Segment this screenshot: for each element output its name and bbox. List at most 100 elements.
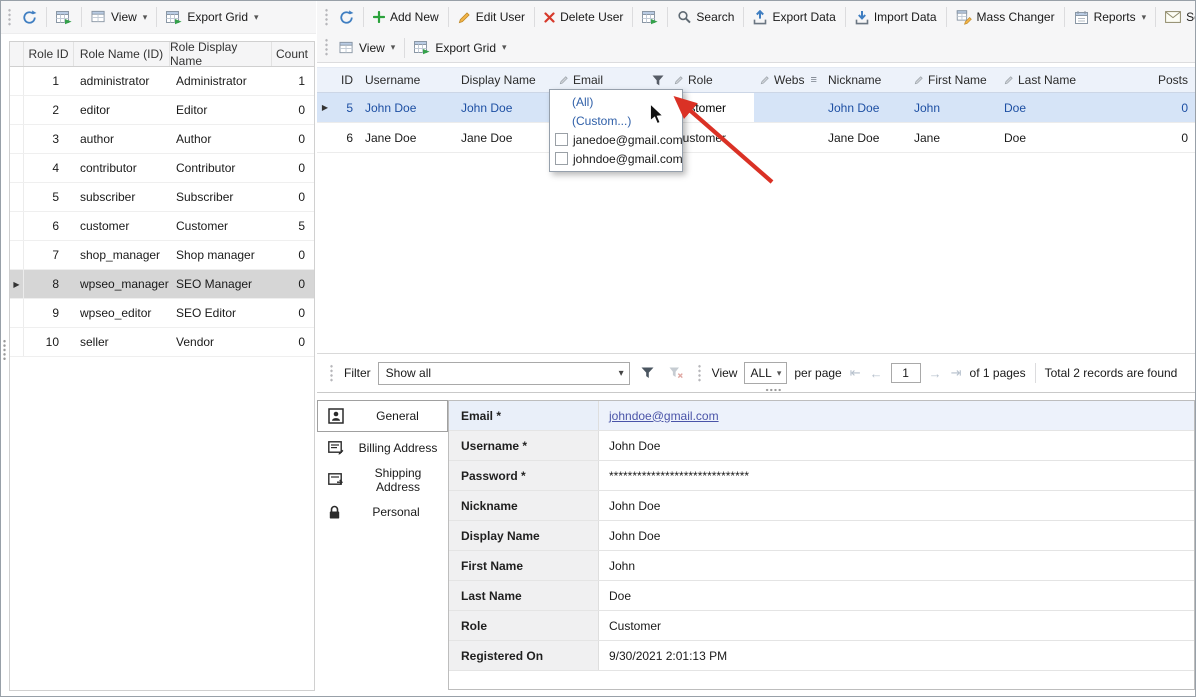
tab-shipping-address[interactable]: Shipping Address	[317, 464, 448, 496]
toolbar-separator	[448, 7, 449, 27]
tab-personal[interactable]: Personal	[317, 496, 448, 528]
role-row[interactable]: 9 wpseo_editor SEO Editor 0	[10, 299, 314, 328]
checkbox[interactable]	[555, 152, 568, 165]
roles-view-button[interactable]: View ▾	[85, 6, 153, 28]
filter-funnel-icon[interactable]	[652, 75, 664, 86]
cell-username: John Doe	[359, 93, 455, 122]
refresh-roles-button[interactable]	[16, 6, 43, 29]
refresh-users-button[interactable]	[333, 6, 360, 29]
column-header-role-name[interactable]: Role Name (ID)	[74, 42, 170, 66]
username-field[interactable]: John Doe	[599, 431, 1194, 460]
clear-filter-button[interactable]	[665, 364, 687, 382]
send-email-button[interactable]: Send E-Mail	[1159, 6, 1196, 28]
checkbox[interactable]	[555, 133, 568, 146]
grid-settings-button[interactable]	[636, 6, 664, 29]
mass-changer-button[interactable]: Mass Changer	[950, 6, 1061, 29]
tab-billing-address[interactable]: Billing Address	[317, 432, 448, 464]
email-link[interactable]: johndoe@gmail.com	[609, 409, 719, 423]
role-row[interactable]: 1 administrator Administrator 1	[10, 67, 314, 96]
field-label-role: Role	[449, 611, 599, 640]
last-page-button[interactable]: ⇥	[950, 365, 963, 381]
toolbar-separator	[1035, 363, 1036, 383]
role-row[interactable]: 7 shop_manager Shop manager 0	[10, 241, 314, 270]
toolbar-grip[interactable]	[7, 8, 12, 27]
billing-address-icon	[328, 441, 345, 455]
display-name-field[interactable]: John Doe	[599, 521, 1194, 550]
role-row[interactable]: 5 subscriber Subscriber 0	[10, 183, 314, 212]
toolbar-separator	[404, 38, 405, 58]
column-header-first-name[interactable]: First Name	[908, 68, 998, 92]
cell-first-name: Jane	[908, 123, 998, 152]
last-name-field[interactable]: Doe	[599, 581, 1194, 610]
column-header-posts[interactable]: Posts	[1088, 68, 1196, 92]
filter-option-email[interactable]: johndoe@gmail.com	[550, 149, 682, 168]
pencil-icon	[458, 11, 471, 24]
toolbar-grip[interactable]	[329, 364, 334, 383]
apply-filter-button[interactable]	[637, 364, 658, 382]
edit-user-button[interactable]: Edit User	[452, 6, 531, 28]
column-header-role-display-name[interactable]: Role Display Name	[170, 42, 272, 66]
page-number-input[interactable]	[891, 363, 921, 383]
role-row[interactable]: 6 customer Customer 5	[10, 212, 314, 241]
role-row[interactable]: 2 editor Editor 0	[10, 96, 314, 125]
column-header-website[interactable]: Webs ≡	[754, 68, 822, 92]
role-field[interactable]: Customer	[599, 611, 1194, 640]
cell-role-id: 8	[24, 277, 74, 291]
cell-role-name: wpseo_editor	[74, 306, 170, 320]
first-name-field[interactable]: John	[599, 551, 1194, 580]
user-row[interactable]: 6 Jane Doe Jane Doe Customer Jane Doe Ja…	[317, 123, 1196, 153]
column-header-email-label: Email	[573, 73, 603, 87]
user-row-selected[interactable]: ▶ 5 John Doe John Doe Customer John Doe …	[317, 93, 1196, 123]
role-row[interactable]: 3 author Author 0	[10, 125, 314, 154]
page-size-select[interactable]: ALL ▾	[744, 362, 787, 384]
cell-id: 5	[333, 93, 359, 122]
cell-role-id: 7	[24, 248, 74, 262]
next-page-button[interactable]: →	[928, 366, 943, 381]
cell-role-id: 2	[24, 103, 74, 117]
column-header-count[interactable]: Count	[272, 42, 312, 66]
detail-splitter-grip[interactable]	[765, 388, 782, 392]
nickname-field[interactable]: John Doe	[599, 491, 1194, 520]
export-grid-button-label: Export Grid	[187, 10, 248, 24]
column-header-last-name[interactable]: Last Name	[998, 68, 1088, 92]
reports-button[interactable]: Reports ▾	[1068, 6, 1153, 29]
column-header-nickname[interactable]: Nickname	[822, 68, 908, 92]
cell-count: 0	[272, 190, 312, 204]
toolbar-separator	[156, 7, 157, 27]
roles-export-grid-button[interactable]: Export Grid ▾	[160, 6, 264, 29]
add-new-button[interactable]: Add New	[367, 6, 445, 28]
column-header-id[interactable]: ID	[333, 68, 359, 92]
import-data-button[interactable]: Import Data	[849, 6, 943, 29]
password-field[interactable]: ******************************	[599, 461, 1194, 490]
role-row-selected[interactable]: ▶ 8 wpseo_manager SEO Manager 0	[10, 270, 314, 299]
export-data-button[interactable]: Export Data	[747, 6, 841, 29]
column-header-role-id[interactable]: Role ID	[24, 42, 74, 66]
toolbar-grip[interactable]	[324, 38, 329, 57]
users-view-button[interactable]: View ▾	[333, 37, 401, 59]
column-header-username[interactable]: Username	[359, 68, 455, 92]
field-label-display-name: Display Name	[449, 521, 599, 550]
role-row[interactable]: 4 contributor Contributor 0	[10, 154, 314, 183]
filter-option-custom[interactable]: (Custom...)	[550, 111, 682, 130]
toolbar-grip[interactable]	[324, 8, 329, 27]
grid-export-icon	[414, 40, 430, 55]
filter-combobox[interactable]: Show all ▾	[378, 362, 630, 385]
column-header-display-name[interactable]: Display Name	[455, 68, 553, 92]
tab-general[interactable]: General	[317, 400, 448, 432]
role-row[interactable]: 10 seller Vendor 0	[10, 328, 314, 357]
filter-option-email[interactable]: janedoe@gmail.com	[550, 130, 682, 149]
email-field[interactable]: johndoe@gmail.com	[599, 401, 1194, 430]
panel-splitter-grip[interactable]	[2, 339, 7, 361]
search-button[interactable]: Search	[671, 6, 740, 28]
users-export-grid-button[interactable]: Export Grid ▾	[408, 36, 512, 59]
prev-page-button[interactable]: ←	[869, 366, 884, 381]
grid-options-button[interactable]	[50, 6, 78, 29]
column-menu-icon[interactable]: ≡	[810, 74, 816, 86]
toolbar-separator	[1064, 7, 1065, 27]
email-filter-popup: (All) (Custom...) janedoe@gmail.com john…	[549, 89, 683, 172]
filter-option-all[interactable]: (All)	[550, 92, 682, 111]
cell-role-id: 5	[24, 190, 74, 204]
form-row-password: Password * *****************************…	[449, 461, 1194, 491]
first-page-button[interactable]: ⇤	[849, 365, 862, 381]
delete-user-button[interactable]: Delete User	[538, 6, 629, 28]
